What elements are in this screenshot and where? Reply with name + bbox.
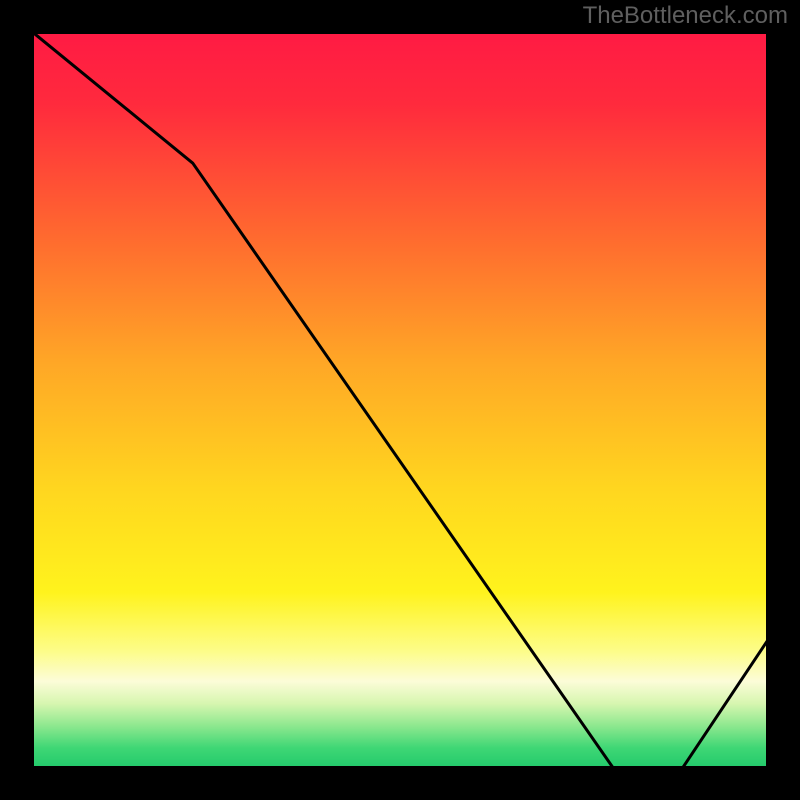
chart-container: TheBottleneck.com (0, 0, 800, 800)
watermark-text: TheBottleneck.com (583, 2, 788, 30)
bottleneck-curve (30, 30, 770, 770)
plot-area (30, 30, 770, 770)
